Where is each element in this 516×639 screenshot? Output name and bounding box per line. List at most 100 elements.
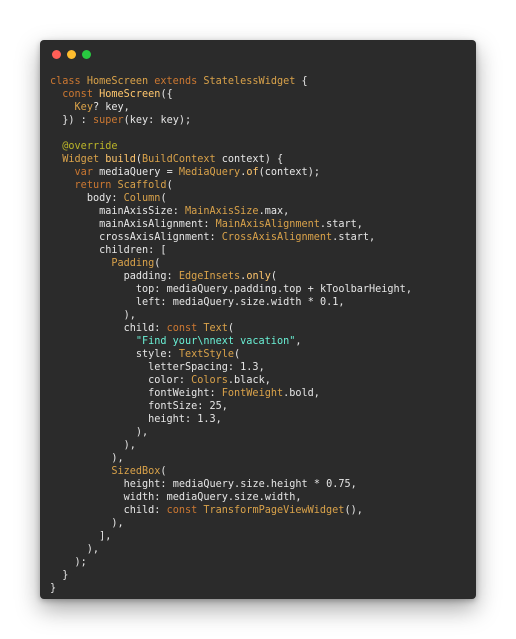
- code-token: style: [135, 349, 167, 360]
- code-token: Padding: [111, 258, 155, 269]
- code-token: build: [105, 154, 136, 165]
- code-line: fontSize: 25,: [50, 400, 470, 413]
- code-line: color: Colors.black,: [50, 374, 470, 387]
- code-token: kToolbarHeight: [319, 284, 406, 295]
- code-token: ,: [295, 336, 302, 347]
- code-token: width: [264, 492, 296, 503]
- code-token: padding: [234, 284, 277, 295]
- code-token: padding: [123, 271, 167, 282]
- close-window-button[interactable]: [52, 50, 61, 59]
- code-token: ),: [50, 518, 124, 529]
- code-line: @override: [50, 140, 470, 153]
- code-token: key: [105, 102, 124, 113]
- code-line: padding: EdgeInsets.only(: [50, 270, 470, 283]
- code-token: (: [154, 258, 161, 269]
- code-line: SizedBox(: [50, 465, 470, 478]
- code-line: child: const Text(: [50, 322, 470, 335]
- code-token: MainAxisSize: [184, 206, 259, 217]
- code-line: height: 1.3,: [50, 413, 470, 426]
- code-token: mediaQuery: [172, 479, 235, 490]
- minimize-window-button[interactable]: [67, 50, 76, 59]
- maximize-window-button[interactable]: [82, 50, 91, 59]
- code-line: mainAxisSize: MainAxisSize.max,: [50, 205, 470, 218]
- code-token: fontWeight: [148, 388, 210, 399]
- code-token: ,: [338, 297, 345, 308]
- code-token: of: [246, 167, 259, 178]
- code-token: start: [338, 232, 369, 243]
- code-token: bold: [289, 388, 314, 399]
- code-token: :: [111, 193, 124, 204]
- code-line: ],: [50, 530, 470, 543]
- code-token: body: [86, 193, 112, 204]
- code-token: const: [166, 323, 204, 334]
- code-token: key: [160, 115, 179, 126]
- code-token: :: [178, 375, 192, 386]
- code-token: color: [148, 375, 179, 386]
- code-token: height: [148, 414, 185, 425]
- code-token: StatelessWidget: [203, 76, 302, 87]
- code-token: (: [227, 323, 235, 334]
- code-line: ),: [50, 439, 470, 452]
- code-token: 0.75: [326, 479, 351, 490]
- code-token: child: [123, 323, 155, 334]
- code-token: (),: [344, 505, 363, 516]
- code-token: letterSpacing: [148, 362, 228, 373]
- code-token: :: [154, 323, 167, 334]
- code-line: }: [50, 569, 470, 582]
- code-token: super: [92, 115, 124, 126]
- code-token: key: [129, 115, 149, 126]
- code-token: ,: [405, 284, 412, 295]
- code-token: const: [62, 89, 100, 100]
- code-token: :: [160, 479, 173, 490]
- code-token: :: [227, 362, 241, 373]
- code-token: context: [264, 167, 308, 178]
- code-token: return: [74, 180, 118, 191]
- code-token: *: [307, 297, 320, 308]
- code-line: left: mediaQuery.size.width * 0.1,: [50, 296, 470, 309]
- code-token: Key: [74, 102, 93, 113]
- code-token: (: [160, 193, 167, 204]
- code-token: ,: [356, 219, 363, 230]
- code-line: ),: [50, 309, 470, 322]
- code-token: :: [166, 271, 179, 282]
- code-token: :: [209, 232, 222, 243]
- code-token: mainAxisSize: [99, 206, 173, 217]
- code-window: class HomeScreen extends StatelessWidget…: [40, 40, 476, 599]
- window-controls: [52, 50, 91, 60]
- code-token: mediaQuery: [172, 297, 235, 308]
- code-token: );: [50, 557, 87, 568]
- code-token: width: [270, 297, 308, 308]
- code-token: top: [135, 284, 155, 295]
- code-line: letterSpacing: 1.3,: [50, 361, 470, 374]
- code-line: Key? key,: [50, 101, 470, 114]
- code-line: ),: [50, 426, 470, 439]
- code-token: :: [184, 414, 198, 425]
- code-token: ?: [92, 102, 106, 113]
- code-token: );: [307, 167, 320, 178]
- code-line: style: TextStyle(: [50, 348, 470, 361]
- code-token: TransformPageViewWidget: [203, 505, 345, 516]
- code-token: size: [240, 479, 265, 490]
- code-token: 1.3: [240, 362, 259, 373]
- code-token: :: [160, 297, 173, 308]
- code-editor: class HomeScreen extends StatelessWidget…: [50, 75, 470, 595]
- code-token: crossAxisAlignment: [99, 232, 210, 243]
- code-line: crossAxisAlignment: CrossAxisAlignment.s…: [50, 231, 470, 244]
- code-token: ,: [350, 479, 357, 490]
- code-token: ) {: [264, 154, 284, 165]
- code-token: HomeScreen: [86, 76, 155, 87]
- code-token: ,: [123, 102, 130, 113]
